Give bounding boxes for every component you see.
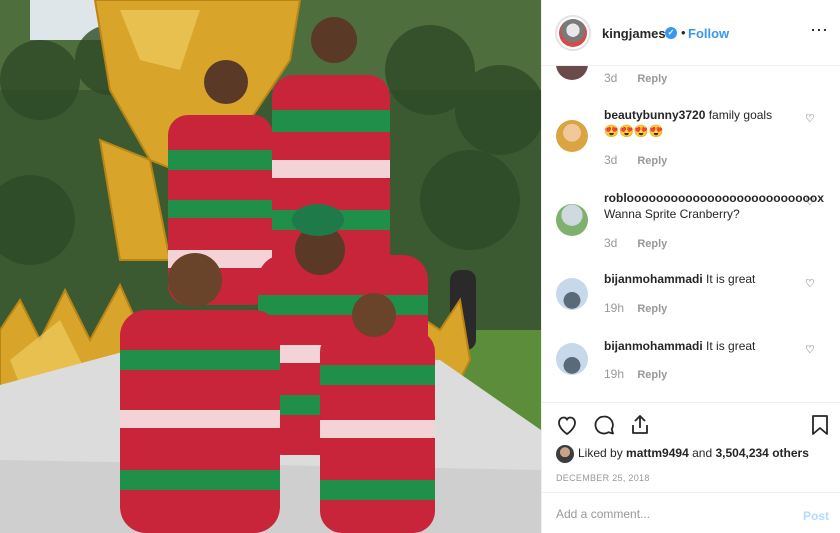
comment-text: bijanmohammadi It is great — [604, 338, 819, 354]
comment-meta: 3d Reply — [604, 153, 667, 167]
comments-list[interactable]: 3d Reply beautybunny3720 family goals 😍😍… — [542, 66, 840, 402]
comment-age: 19h — [604, 301, 625, 315]
like-comment-heart-icon[interactable]: ♡ — [805, 197, 816, 208]
comment-avatar[interactable] — [556, 278, 588, 310]
comment-username[interactable]: bijanmohammadi — [604, 339, 703, 353]
like-comment-heart-icon[interactable]: ♡ — [805, 279, 816, 290]
reply-button[interactable]: Reply — [637, 303, 667, 315]
comment-body: It is great — [706, 339, 756, 353]
like-comment-heart-icon[interactable]: ♡ — [805, 345, 816, 356]
header-separator: • — [681, 25, 686, 40]
add-comment-input[interactable] — [556, 504, 786, 524]
comment-avatar[interactable] — [556, 66, 588, 80]
comment-age: 3d — [604, 71, 618, 85]
comment-text: bijanmohammadi It is great — [604, 271, 819, 287]
likes-prefix: Liked by — [578, 446, 623, 461]
comment-meta: 3d Reply — [604, 71, 667, 85]
family-photo-image — [0, 0, 541, 533]
comment-bubble-icon[interactable] — [592, 413, 616, 437]
reply-button[interactable]: Reply — [637, 73, 667, 85]
comment-age: 19h — [604, 367, 625, 381]
follow-button[interactable]: Follow — [688, 26, 729, 41]
post-comment-button[interactable]: Post — [803, 509, 829, 523]
liker-username[interactable]: mattm9494 — [626, 446, 689, 460]
comment-avatar[interactable] — [556, 204, 588, 236]
comment-age: 3d — [604, 153, 618, 167]
add-comment-bar: Post — [542, 492, 840, 533]
post-actions: Liked by mattm9494 and 3,504,234 others … — [542, 402, 840, 492]
reply-button[interactable]: Reply — [637, 155, 667, 167]
like-heart-icon[interactable] — [555, 413, 579, 437]
verified-badge-icon: ✓ — [665, 27, 677, 39]
comment-body: Wanna Sprite Cranberry? — [604, 207, 740, 221]
comment-body: It is great — [706, 272, 756, 286]
likes-and: and — [692, 446, 713, 461]
author-username[interactable]: kingjames — [602, 26, 666, 41]
comment-avatar[interactable] — [556, 343, 588, 375]
post-header: kingjames ✓ • Follow ⋯ — [542, 0, 840, 66]
comment-meta: 19h Reply — [604, 367, 667, 381]
reply-button[interactable]: Reply — [637, 238, 667, 250]
post-side-panel: kingjames ✓ • Follow ⋯ 3d Reply beautybu… — [541, 0, 840, 533]
comment-body: family goals — [708, 108, 773, 122]
comment-text: beautybunny3720 family goals 😍😍😍😍 — [604, 107, 819, 139]
reply-button[interactable]: Reply — [637, 369, 667, 381]
comment-username[interactable]: beautybunny3720 — [604, 108, 705, 122]
share-icon[interactable] — [628, 413, 652, 437]
like-comment-heart-icon[interactable]: ♡ — [805, 114, 816, 125]
likes-count[interactable]: 3,504,234 others — [715, 446, 808, 460]
author-avatar[interactable] — [555, 15, 591, 51]
likes-summary[interactable]: Liked by mattm9494 and 3,504,234 others — [556, 445, 809, 463]
comment-username[interactable]: bijanmohammadi — [604, 272, 703, 286]
liker-avatar — [556, 445, 574, 463]
comment-username[interactable]: robloooooooooooooooooooooooooox — [604, 191, 824, 205]
comment-age: 3d — [604, 236, 618, 250]
more-options-icon[interactable]: ⋯ — [810, 20, 829, 41]
bookmark-icon[interactable] — [808, 413, 832, 437]
comment-meta: 3d Reply — [604, 236, 667, 250]
comment-avatar[interactable] — [556, 120, 588, 152]
post-photo[interactable] — [0, 0, 541, 533]
comment-meta: 19h Reply — [604, 301, 667, 315]
comment-text: robloooooooooooooooooooooooooox Wanna Sp… — [604, 190, 824, 222]
post-date[interactable]: DECEMBER 25, 2018 — [556, 473, 650, 483]
comment-emoji: 😍😍😍😍 — [604, 124, 664, 138]
